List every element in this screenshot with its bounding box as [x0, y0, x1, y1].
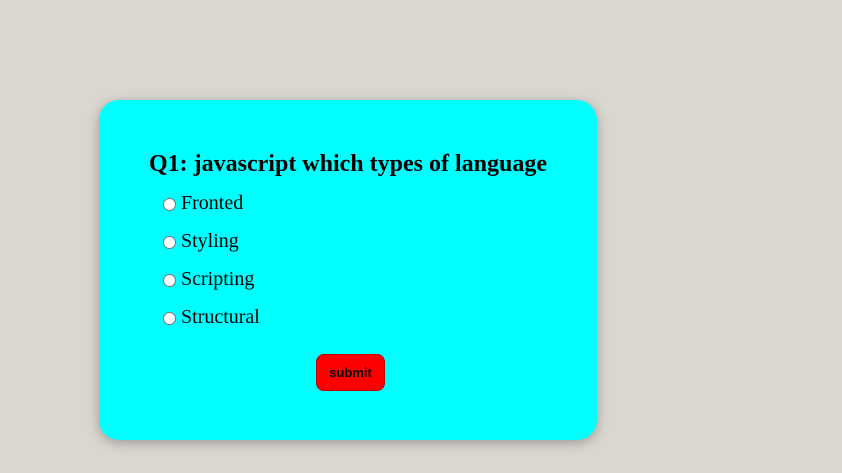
options-group: Fronted Styling Scripting Structural [163, 192, 260, 344]
option-label: Fronted [181, 192, 244, 214]
radio-scripting[interactable] [163, 273, 176, 287]
submit-button[interactable]: submit [316, 354, 385, 391]
option-fronted[interactable]: Fronted [163, 192, 260, 216]
option-structural[interactable]: Structural [163, 306, 260, 330]
option-label: Scripting [181, 268, 255, 290]
radio-styling[interactable] [163, 235, 176, 249]
option-label: Styling [181, 230, 239, 252]
radio-structural[interactable] [163, 311, 176, 325]
option-styling[interactable]: Styling [163, 230, 260, 254]
option-label: Structural [181, 306, 260, 328]
question-title: Q1: javascript which types of language [149, 151, 547, 177]
quiz-card: Q1: javascript which types of language F… [99, 100, 597, 440]
option-scripting[interactable]: Scripting [163, 268, 260, 292]
radio-fronted[interactable] [163, 197, 176, 211]
